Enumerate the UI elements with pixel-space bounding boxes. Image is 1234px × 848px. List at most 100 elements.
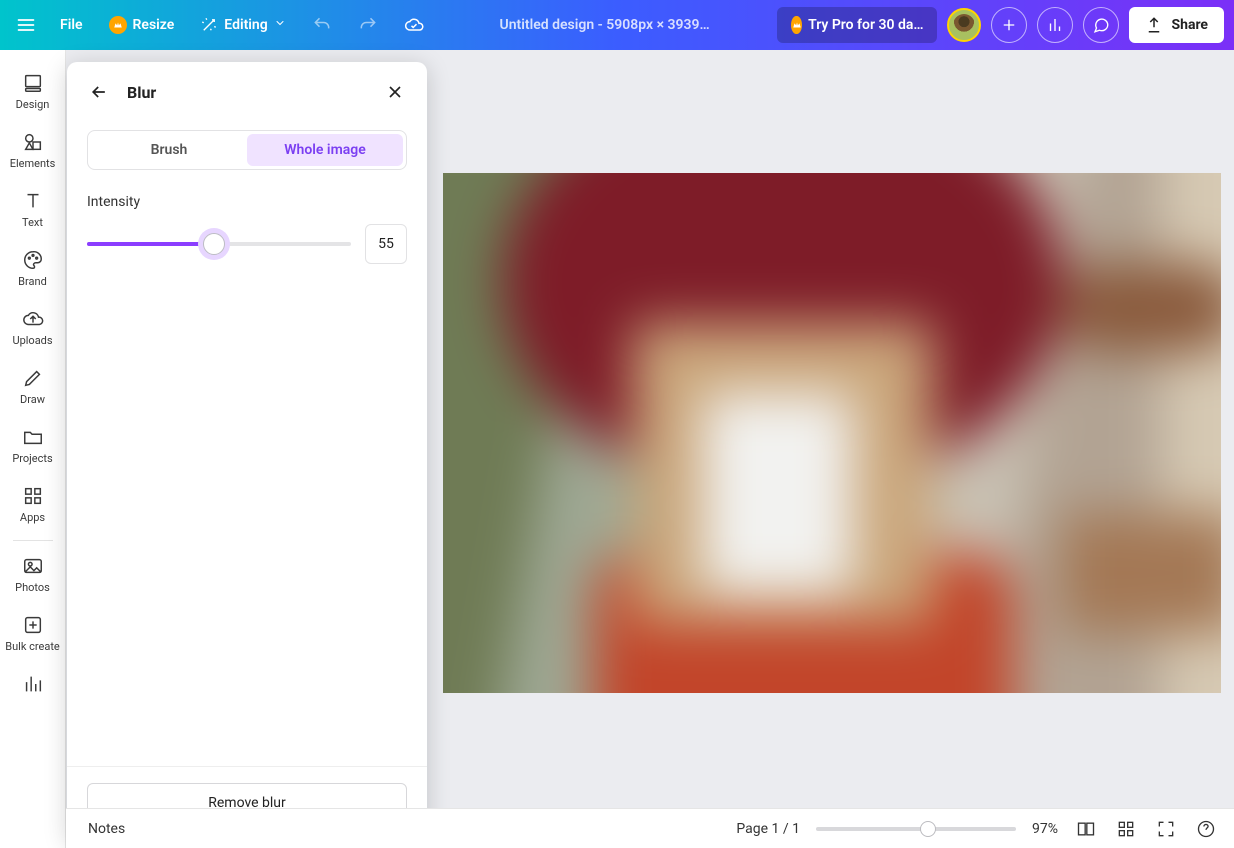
notes-button[interactable]: Notes	[82, 821, 125, 837]
rail-apps[interactable]: Apps	[4, 477, 62, 534]
zoom-slider[interactable]	[816, 819, 1016, 839]
cloud-upload-icon	[22, 308, 44, 330]
intensity-label: Intensity	[87, 194, 407, 210]
bar-chart-icon	[1046, 16, 1064, 34]
try-pro-button[interactable]: Try Pro for 30 da…	[777, 7, 937, 43]
blurred-photo-preview	[443, 173, 1221, 693]
user-avatar[interactable]	[947, 8, 981, 42]
notes-label: Notes	[88, 821, 125, 837]
redo-button[interactable]	[350, 7, 386, 43]
try-pro-label: Try Pro for 30 da…	[808, 17, 923, 33]
intensity-slider[interactable]	[87, 234, 351, 254]
zoom-percent[interactable]: 97%	[1032, 821, 1058, 837]
plus-icon	[1000, 16, 1018, 34]
cloud-sync-button[interactable]	[396, 7, 432, 43]
design-title-input[interactable]	[442, 17, 768, 33]
rail-label: Design	[16, 98, 50, 111]
comment-icon	[1092, 16, 1110, 34]
analytics-button[interactable]	[1037, 7, 1073, 43]
resize-button[interactable]: Resize	[101, 9, 183, 41]
slider-thumb[interactable]	[203, 233, 225, 255]
help-icon	[1196, 819, 1216, 839]
upload-icon	[1145, 16, 1163, 34]
side-rail: Design Elements Text Brand Uploads Draw …	[0, 50, 66, 848]
segment-brush[interactable]: Brush	[91, 134, 247, 166]
file-label: File	[60, 17, 83, 33]
comments-button[interactable]	[1083, 7, 1119, 43]
redo-icon	[358, 15, 378, 35]
blur-panel: Blur Brush Whole image Intensity 55 Remo…	[67, 62, 427, 843]
rail-uploads[interactable]: Uploads	[4, 300, 62, 357]
add-collaborator-button[interactable]	[991, 7, 1027, 43]
rail-label: Elements	[10, 157, 56, 170]
zoom-thumb[interactable]	[920, 821, 936, 837]
rail-label: Apps	[20, 511, 45, 524]
rail-elements[interactable]: Elements	[4, 123, 62, 180]
wand-icon	[200, 16, 218, 34]
panel-header: Blur	[67, 62, 427, 122]
grid-icon	[22, 485, 44, 507]
segment-brush-label: Brush	[151, 142, 188, 158]
editing-mode-dropdown[interactable]: Editing	[192, 9, 293, 41]
chart-icon	[22, 673, 44, 695]
resize-label: Resize	[133, 17, 175, 33]
rail-label: Text	[22, 216, 43, 229]
file-menu[interactable]: File	[52, 9, 91, 41]
rail-label: Uploads	[12, 334, 52, 347]
arrow-left-icon	[89, 82, 109, 102]
editing-label: Editing	[224, 17, 267, 33]
fullscreen-icon	[1156, 819, 1176, 839]
rail-label: Draw	[20, 393, 45, 406]
undo-icon	[312, 15, 332, 35]
intensity-value: 55	[378, 236, 394, 252]
share-button[interactable]: Share	[1129, 7, 1224, 43]
segment-whole-image[interactable]: Whole image	[247, 134, 403, 166]
segment-whole-label: Whole image	[284, 142, 366, 158]
slider-track-fill	[87, 242, 214, 246]
rail-bulk-create[interactable]: Bulk create	[4, 606, 62, 663]
cloud-check-icon	[404, 15, 424, 35]
close-icon	[385, 82, 405, 102]
rail-projects[interactable]: Projects	[4, 418, 62, 475]
close-button[interactable]	[383, 80, 407, 104]
bottom-bar: Notes Page 1 / 1 97%	[66, 808, 1234, 848]
grid-view-icon	[1116, 819, 1136, 839]
fullscreen-button[interactable]	[1154, 817, 1178, 841]
shapes-icon	[22, 131, 44, 153]
hamburger-icon	[16, 15, 36, 35]
blur-mode-segmented: Brush Whole image	[87, 130, 407, 170]
text-icon	[22, 190, 44, 212]
grid-view-button[interactable]	[1114, 817, 1138, 841]
undo-button[interactable]	[304, 7, 340, 43]
top-bar: File Resize Editing Try Pro for 30 da… S…	[0, 0, 1234, 50]
share-label: Share	[1171, 17, 1208, 33]
canvas-image[interactable]	[443, 173, 1221, 693]
rail-label: Bulk create	[5, 640, 60, 653]
rail-divider	[13, 540, 53, 541]
plus-square-icon	[22, 614, 44, 636]
rail-extra[interactable]	[4, 665, 62, 695]
crown-icon	[791, 16, 802, 34]
image-icon	[22, 555, 44, 577]
palette-icon	[22, 249, 44, 271]
rail-photos[interactable]: Photos	[4, 547, 62, 604]
folder-icon	[22, 426, 44, 448]
panel-title: Blur	[127, 83, 367, 102]
intensity-value-input[interactable]: 55	[365, 224, 407, 264]
crown-icon	[109, 16, 127, 34]
pages-icon	[1076, 819, 1096, 839]
rail-label: Brand	[18, 275, 47, 288]
rail-draw[interactable]: Draw	[4, 359, 62, 416]
rail-text[interactable]: Text	[4, 182, 62, 239]
pencil-icon	[22, 367, 44, 389]
rail-design[interactable]: Design	[4, 64, 62, 121]
page-indicator[interactable]: Page 1 / 1	[736, 821, 800, 837]
intensity-row: 55	[87, 224, 407, 264]
chevron-down-icon	[274, 17, 286, 33]
page-view-button[interactable]	[1074, 817, 1098, 841]
intensity-block: Intensity 55	[67, 170, 427, 264]
rail-brand[interactable]: Brand	[4, 241, 62, 298]
menu-button[interactable]	[10, 9, 42, 41]
back-button[interactable]	[87, 80, 111, 104]
help-button[interactable]	[1194, 817, 1218, 841]
